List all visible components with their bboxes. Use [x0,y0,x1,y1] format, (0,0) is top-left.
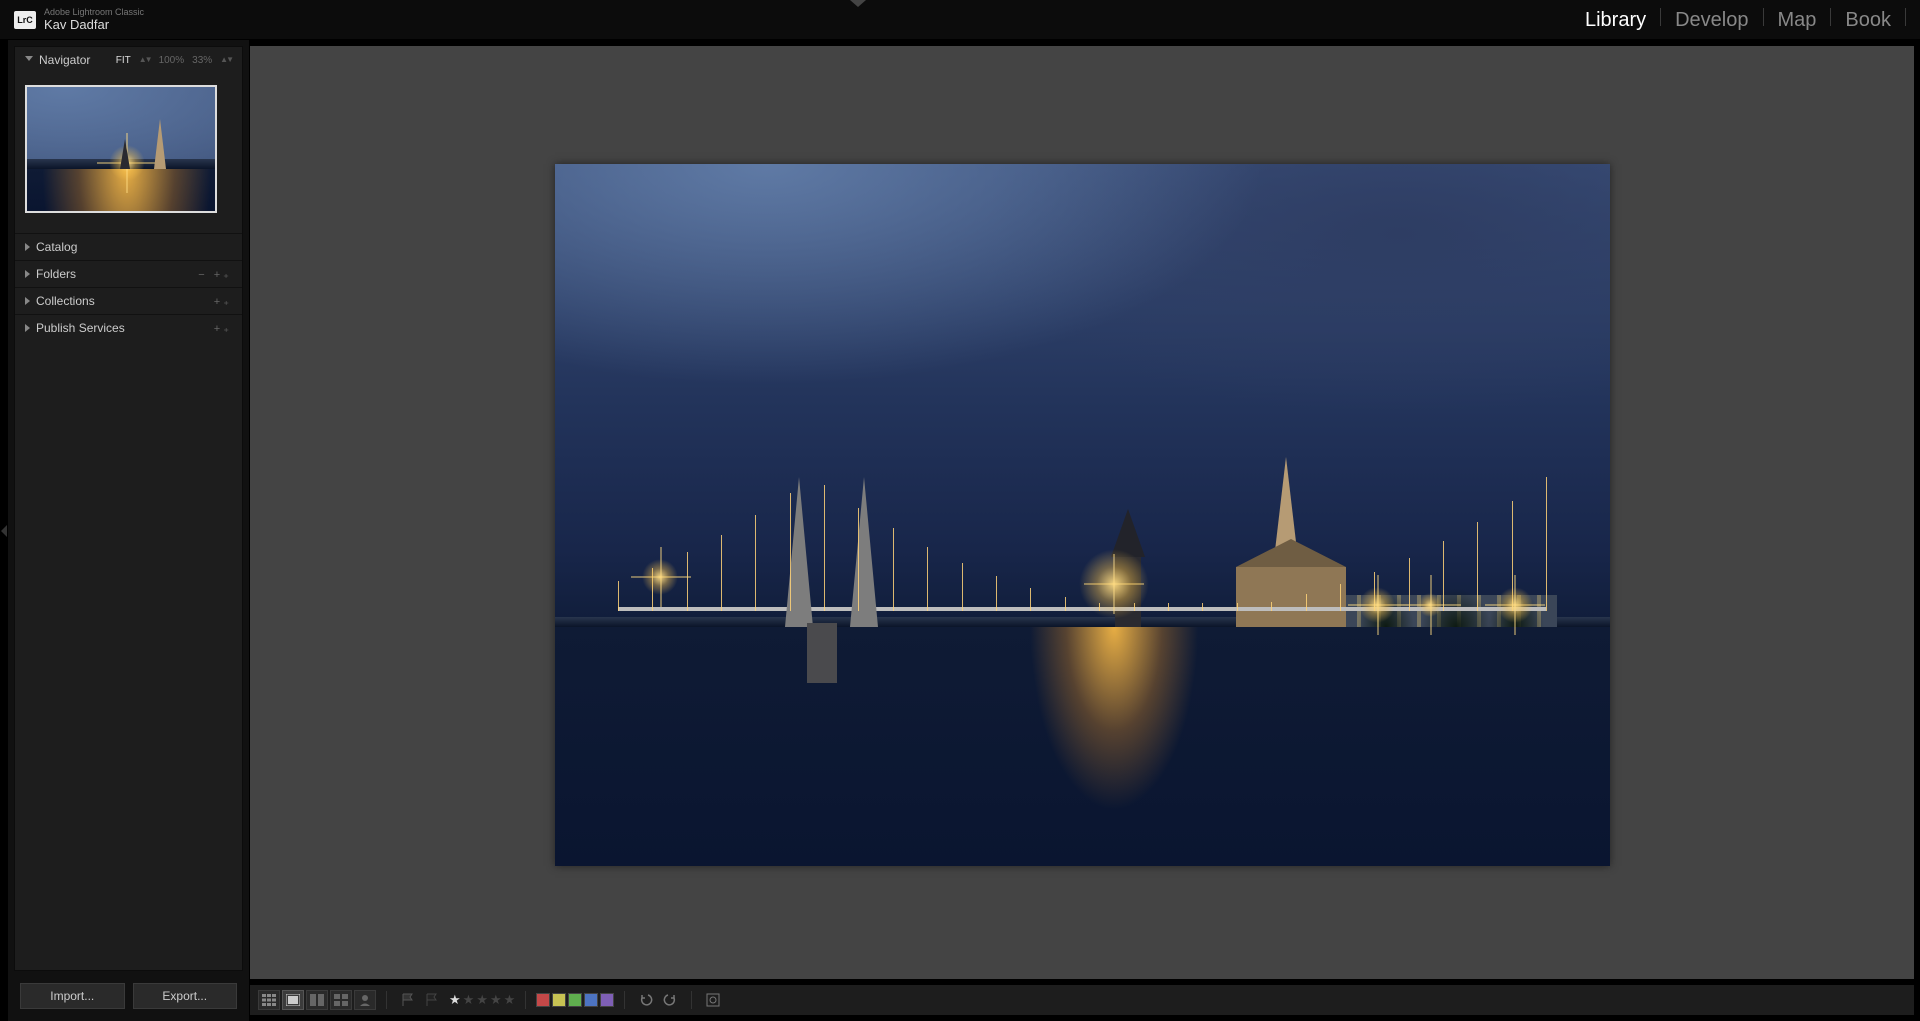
disclosure-right-icon [25,297,30,305]
module-map[interactable]: Map [1764,9,1831,32]
loupe-view-button[interactable] [282,990,304,1010]
flag-icon [401,993,415,1007]
star-rating[interactable]: ★ ★ ★ ★ ★ [449,992,515,1008]
disclosure-down-icon [25,56,33,65]
navigator-title: Navigator [39,53,90,67]
people-view-button[interactable] [354,990,376,1010]
navigator-thumbnail[interactable] [25,85,217,213]
panel-folders-label: Folders [36,267,76,281]
updown-icon[interactable]: ▲▼ [220,55,232,66]
color-label-purple[interactable] [600,993,614,1007]
plus-icon[interactable]: +₊ [214,295,232,308]
navigator-zoom-options[interactable]: FIT ▲▼ 100% 33% ▲▼ [116,55,232,66]
zoom-other[interactable]: 33% [192,55,212,66]
loupe-view[interactable] [250,46,1914,979]
survey-icon [334,994,348,1006]
star-5[interactable]: ★ [504,992,516,1008]
app-titlebar: LrC Adobe Lightroom Classic Kav Dadfar L… [0,0,1920,40]
flag-pick-button[interactable] [397,990,419,1010]
target-collection-button[interactable] [702,990,724,1010]
panel-catalog-label: Catalog [36,240,77,254]
grid-icon [262,994,276,1006]
left-panel-collapse[interactable] [0,40,8,1021]
flag-reject-icon [425,993,439,1007]
panel-publish-services[interactable]: Publish Services +₊ [15,314,242,341]
disclosure-right-icon [25,243,30,251]
minus-plus-icon[interactable]: − +₊ [198,268,232,281]
zoom-fit[interactable]: FIT [116,55,131,66]
panel-publish-label: Publish Services [36,321,125,335]
app-logo: LrC [14,11,36,29]
identity-plate[interactable]: Adobe Lightroom Classic Kav Dadfar [44,8,144,31]
color-label-green[interactable] [568,993,582,1007]
survey-view-button[interactable] [330,990,352,1010]
updown-icon[interactable]: ▲▼ [139,55,151,66]
flag-reject-button[interactable] [421,990,443,1010]
panel-catalog[interactable]: Catalog [15,233,242,260]
color-label-blue[interactable] [584,993,598,1007]
navigator-header[interactable]: Navigator FIT ▲▼ 100% 33% ▲▼ [15,47,242,73]
user-name: Kav Dadfar [44,18,144,31]
disclosure-right-icon [25,270,30,278]
compare-view-button[interactable] [306,990,328,1010]
star-3[interactable]: ★ [476,992,488,1008]
main-photo [555,164,1610,866]
star-4[interactable]: ★ [490,992,502,1008]
plus-icon[interactable]: +₊ [214,322,232,335]
module-develop[interactable]: Develop [1661,9,1762,32]
rotate-ccw-button[interactable] [635,990,657,1010]
compare-icon [310,994,324,1006]
product-name: Adobe Lightroom Classic [44,8,144,17]
target-icon [706,993,720,1007]
grid-view-button[interactable] [258,990,280,1010]
zoom-100[interactable]: 100% [159,55,185,66]
color-label-yellow[interactable] [552,993,566,1007]
module-library[interactable]: Library [1571,9,1660,32]
left-panel: Navigator FIT ▲▼ 100% 33% ▲▼ [8,40,250,1021]
module-book[interactable]: Book [1831,9,1905,32]
chevron-left-icon [1,525,7,537]
disclosure-right-icon [25,324,30,332]
module-picker: Library Develop Map Book [1571,8,1906,32]
panel-collections-label: Collections [36,294,95,308]
loupe-icon [286,994,300,1006]
panel-collections[interactable]: Collections +₊ [15,287,242,314]
export-button[interactable]: Export... [133,983,238,1009]
rotate-cw-button[interactable] [659,990,681,1010]
rotate-ccw-icon [639,993,653,1007]
panel-folders[interactable]: Folders − +₊ [15,260,242,287]
rotate-cw-icon [663,993,677,1007]
star-2[interactable]: ★ [463,992,475,1008]
top-panel-toggle-icon[interactable] [850,0,866,7]
import-button[interactable]: Import... [20,983,125,1009]
star-1[interactable]: ★ [449,992,461,1008]
color-label-red[interactable] [536,993,550,1007]
bottom-toolbar: ★ ★ ★ ★ ★ [250,985,1914,1015]
color-label-swatches [536,993,614,1007]
people-icon [358,994,372,1006]
